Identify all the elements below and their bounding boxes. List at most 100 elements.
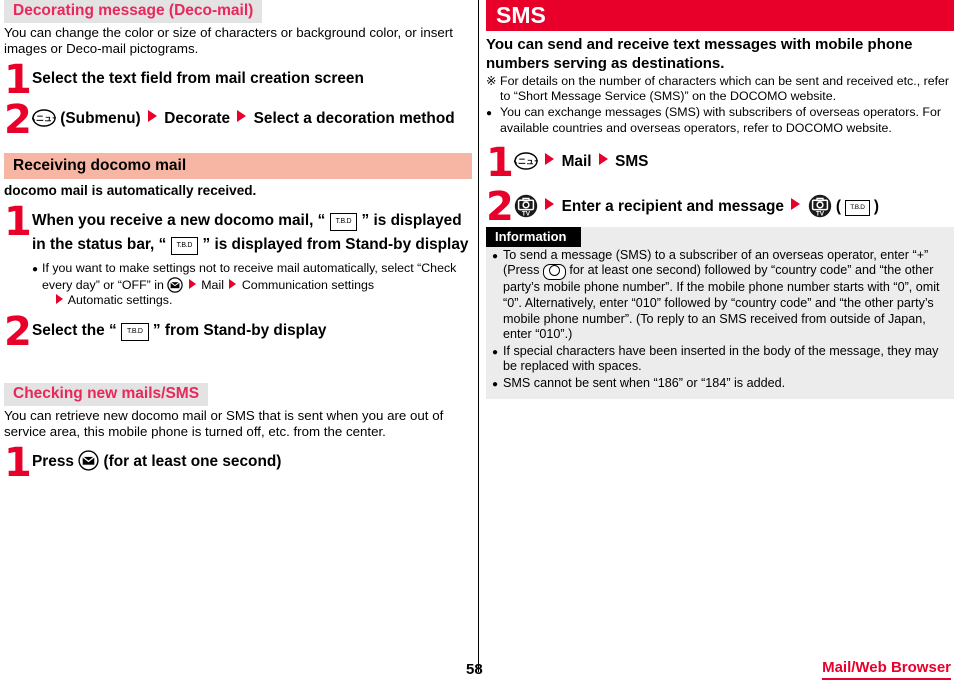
info-text: SMS cannot be sent when “186” or “184” i… [503, 375, 786, 390]
step-text: Press (for at least one second) [32, 450, 472, 474]
svg-text:TV: TV [522, 210, 531, 217]
section-header-decorating-message: Decorating message (Deco-mail) [4, 0, 263, 23]
menu-key-icon: メニュー [514, 152, 538, 170]
step-text-part-a: Press [32, 453, 74, 471]
note-text: For details on the number of characters … [500, 74, 950, 104]
step-part-decorate: Decorate [164, 110, 231, 128]
receiving-docomo-mail-lead: docomo mail is automatically received. [4, 183, 257, 199]
svg-text:メニュー: メニュー [514, 157, 538, 166]
bullet-icon: ● [492, 346, 499, 358]
step-sms-2: 2 TV Enter a recipient and message TV (… [486, 187, 954, 227]
note-text-d: Automatic settings. [67, 293, 173, 308]
o-key-ring-icon [548, 265, 560, 277]
mail-key-icon [167, 277, 184, 293]
step-text: Select the “ T.B.D ” from Stand-by displ… [32, 319, 472, 343]
svg-text:メニュー: メニュー [32, 115, 56, 124]
step-number: 1 [4, 440, 32, 487]
arrow-icon [188, 278, 196, 289]
note-text: You can exchange messages (SMS) with sub… [500, 105, 941, 135]
step-decorating-1: 1 Select the text field from mail creati… [4, 60, 472, 100]
arrow-icon [545, 152, 555, 165]
camera-tv-key-icon: TV [514, 194, 538, 218]
step-text-part-a: When you receive a new docomo mail, “ [32, 212, 326, 230]
step-text-part-a: Select the “ [32, 321, 117, 339]
sms-note-1: ※ For details on the number of character… [486, 74, 954, 104]
right-column: SMS You can send and receive text messag… [486, 0, 954, 399]
step-checking-1: 1 Press (for at least one second) [4, 443, 472, 483]
section-receiving-docomo-mail: Receiving docomo mail docomo mail is aut… [4, 153, 472, 352]
section-header-sms: SMS [486, 0, 954, 31]
step-text: メニュー (Submenu) Decorate Select a decorat… [32, 107, 472, 131]
sms-note-2: ● You can exchange messages (SMS) with s… [486, 105, 954, 135]
information-item-1: ● To send a message (SMS) to a subscribe… [486, 248, 954, 343]
information-title: Information [486, 226, 581, 247]
reference-mark-icon: ※ [486, 74, 497, 88]
step-text-part-b: (for at least one second) [103, 453, 282, 471]
section-sms: SMS You can send and receive text messag… [486, 0, 954, 227]
bullet-icon: ● [492, 378, 499, 390]
bullet-icon: ● [492, 250, 499, 262]
information-item-2: ● If special characters have been insert… [486, 344, 954, 375]
tbd-placeholder-icon: T.B.D [170, 237, 199, 256]
note-continuation: Automatic settings. [42, 293, 472, 308]
tbd-placeholder-icon: T.B.D [120, 322, 149, 341]
step-number: 1 [486, 139, 514, 186]
arrow-icon [56, 294, 63, 305]
step-text: TV Enter a recipient and message TV (T.… [514, 194, 954, 219]
step-sms-1: 1 メニュー Mail SMS [486, 143, 954, 183]
step-number: 2 [4, 308, 32, 355]
section-decorating-message: Decorating message (Deco-mail) You can c… [4, 0, 472, 140]
column-divider [478, 0, 479, 672]
step-number: 1 [4, 199, 32, 246]
step-receiving-1: 1 When you receive a new docomo mail, “ … [4, 202, 472, 308]
arrow-icon [598, 152, 608, 165]
mail-key-icon [78, 450, 99, 471]
step-instruction: Select the text field from mail creation… [32, 70, 364, 88]
arrow-icon [791, 197, 801, 210]
step-number: 2 [4, 97, 32, 144]
menu-key-icon: メニュー [32, 109, 56, 128]
step-text: Select the text field from mail creation… [32, 67, 472, 91]
step-part-mail: Mail [561, 152, 592, 170]
step-number: 1 [4, 57, 32, 104]
note-text-c: Communication settings [241, 277, 375, 292]
decorating-message-lead: You can change the color or size of char… [4, 25, 453, 57]
left-column: Decorating message (Deco-mail) You can c… [4, 0, 472, 483]
paren-open: ( [835, 197, 841, 215]
note-text-b: Mail [201, 277, 224, 292]
step-decorating-2: 2 メニュー (Submenu) Decorate Select a decor… [4, 100, 472, 140]
svg-text:TV: TV [815, 210, 824, 217]
step-text-part-b: ” from Stand-by display [152, 321, 327, 339]
step-text-part-c: ” is displayed from Stand-by display [202, 236, 469, 254]
sms-lead: You can send and receive text messages w… [486, 36, 913, 72]
step-text: メニュー Mail SMS [514, 150, 954, 174]
step-text: When you receive a new docomo mail, “ T.… [32, 209, 472, 257]
submenu-label: (Submenu) [60, 110, 141, 128]
camera-tv-key-icon: TV [808, 194, 832, 218]
checking-new-mails-lead: You can retrieve new docomo mail or SMS … [4, 407, 444, 439]
arrow-icon [147, 110, 157, 123]
section-header-receiving-docomo-mail: Receiving docomo mail [4, 153, 472, 180]
section-checking-new-mails: Checking new mails/SMS You can retrieve … [4, 382, 472, 483]
step-part-select-method: Select a decoration method [253, 110, 455, 128]
step-number: 2 [486, 183, 514, 230]
manual-page: Decorating message (Deco-mail) You can c… [0, 0, 957, 688]
info-text: If special characters have been inserted… [503, 343, 939, 374]
zero-key-icon [542, 264, 566, 281]
tbd-placeholder-icon: T.B.D [845, 199, 870, 216]
page-number: 58 [466, 661, 483, 678]
step-note: ● If you want to make settings not to re… [32, 261, 472, 308]
step-part-sms: SMS [615, 152, 649, 170]
bullet-icon: ● [32, 264, 39, 276]
arrow-icon [229, 278, 237, 289]
tbd-placeholder-icon: T.B.D [329, 213, 358, 232]
step-receiving-2: 2 Select the “ T.B.D ” from Stand-by dis… [4, 312, 472, 352]
paren-close: ) [873, 197, 880, 215]
step-part-enter-recipient: Enter a recipient and message [561, 197, 784, 215]
info-text-b: for at least one second) followed by “co… [503, 263, 940, 342]
page-footer: 58 Mail/Web Browser [0, 656, 957, 680]
footer-chapter-title: Mail/Web Browser [822, 659, 951, 680]
arrow-icon [237, 110, 247, 123]
section-header-checking-new-mails: Checking new mails/SMS [4, 382, 209, 406]
bullet-icon: ● [486, 108, 493, 120]
